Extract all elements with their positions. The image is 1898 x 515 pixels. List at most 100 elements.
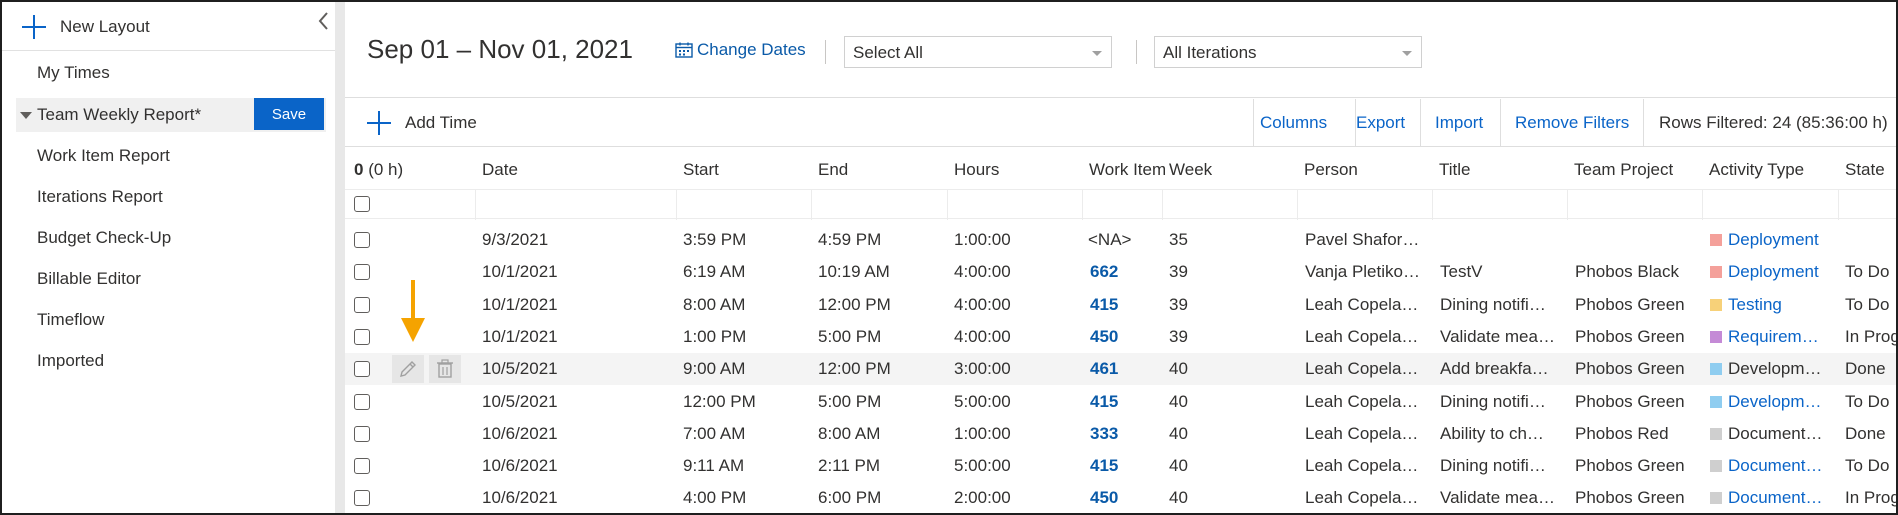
cell-activity[interactable]: Testing	[1710, 289, 1835, 321]
activity-color-swatch	[1710, 331, 1722, 343]
cell-work-item[interactable]: 461	[1090, 353, 1165, 385]
work-item-filter-dropdown[interactable]: Select All	[844, 36, 1112, 68]
cell-activity[interactable]: Document…	[1710, 482, 1835, 513]
cell-week: 39	[1169, 295, 1188, 314]
calendar-icon	[675, 42, 693, 58]
filter-cell-state[interactable]	[1839, 190, 1896, 220]
cell-work-item[interactable]: 662	[1090, 256, 1165, 288]
cell-work-item[interactable]: 450	[1090, 321, 1165, 353]
column-header-start[interactable]: Start	[683, 160, 719, 180]
filter-cell-team-project[interactable]	[1568, 190, 1703, 220]
column-header-hours[interactable]: Hours	[954, 160, 999, 180]
sidebar-item-imported[interactable]: Imported	[37, 348, 104, 374]
filter-cell-week[interactable]	[1163, 190, 1298, 220]
row-checkbox[interactable]	[354, 426, 370, 442]
table-row[interactable]: 10/1/2021 8:00 AM 12:00 PM 4:00:00 415 39 Leah…	[345, 289, 1896, 321]
cell-state: In Prog	[1845, 327, 1898, 346]
cell-activity[interactable]: Requirem…	[1710, 321, 1835, 353]
row-checkbox[interactable]	[354, 232, 370, 248]
caret-down-icon[interactable]	[20, 112, 32, 119]
filter-cell-start[interactable]	[677, 190, 812, 220]
table-row[interactable]: 10/6/2021 4:00 PM 6:00 PM 2:00:00 450 40 Leah …	[345, 482, 1896, 513]
cell-project: Phobos Red	[1575, 424, 1669, 443]
cell-work-item[interactable]: 415	[1090, 450, 1165, 482]
table-row[interactable]: 10/1/2021 6:19 AM 10:19 AM 4:00:00 662 39 Vanj…	[345, 256, 1896, 288]
cell-activity[interactable]: Developm…	[1710, 386, 1835, 418]
filter-cell-date[interactable]	[476, 190, 677, 220]
columns-button[interactable]: Columns	[1260, 113, 1327, 133]
export-button[interactable]: Export	[1356, 113, 1405, 133]
filter-cell-person[interactable]	[1298, 190, 1433, 220]
cell-work-item[interactable]: 415	[1090, 386, 1165, 418]
column-header-state[interactable]: State	[1845, 160, 1885, 180]
row-checkbox[interactable]	[354, 297, 370, 313]
sidebar-item-timeflow[interactable]: Timeflow	[37, 307, 104, 333]
remove-filters-button[interactable]: Remove Filters	[1515, 113, 1629, 133]
cell-work-item[interactable]: 333	[1090, 418, 1165, 450]
table-row[interactable]: 10/5/2021 9:00 AM 12:00 PM 3:00:00 461 40 Leah…	[345, 353, 1896, 385]
add-time-button[interactable]: Add Time	[367, 111, 477, 135]
column-header-week[interactable]: Week	[1169, 160, 1212, 180]
table-row[interactable]: 10/1/2021 1:00 PM 5:00 PM 4:00:00 450 39 Leah …	[345, 321, 1898, 353]
sidebar-item-billable-editor[interactable]: Billable Editor	[37, 266, 141, 292]
import-button[interactable]: Import	[1435, 113, 1483, 133]
cell-end: 12:00 PM	[818, 359, 891, 378]
filter-cell-activity-type[interactable]	[1703, 190, 1839, 220]
column-header-work-item[interactable]: Work Item	[1089, 160, 1165, 180]
column-header-end[interactable]: End	[818, 160, 848, 180]
activity-color-swatch	[1710, 266, 1722, 278]
new-layout-button[interactable]: New Layout	[22, 12, 150, 42]
trash-icon	[437, 359, 453, 378]
column-header-title[interactable]: Title	[1439, 160, 1471, 180]
chevron-left-icon[interactable]	[314, 10, 334, 32]
sidebar-item-iterations-report[interactable]: Iterations Report	[37, 184, 163, 210]
table-row[interactable]: 10/6/2021 7:00 AM 8:00 AM 1:00:00 333 40 Leah …	[345, 418, 1896, 450]
table-row[interactable]: 10/6/2021 9:11 AM 2:11 PM 5:00:00 415 40 Leah …	[345, 450, 1896, 482]
row-checkbox[interactable]	[354, 458, 370, 474]
sidebar-item-work-item-report[interactable]: Work Item Report	[37, 143, 170, 169]
activity-label: Testing	[1728, 295, 1782, 314]
sidebar-item-budget-check-up[interactable]: Budget Check-Up	[37, 225, 171, 251]
cell-project: Phobos Black	[1575, 262, 1679, 281]
row-checkbox[interactable]	[354, 329, 370, 345]
cell-activity[interactable]: Document…	[1710, 450, 1835, 482]
cell-start: 9:11 AM	[683, 456, 745, 475]
cell-title: Dining notifi…	[1440, 392, 1546, 411]
filter-row	[345, 189, 1896, 220]
cell-end: 10:19 AM	[818, 262, 890, 281]
column-header-team-project[interactable]: Team Project	[1574, 160, 1673, 180]
row-checkbox[interactable]	[354, 264, 370, 280]
filter-cell-work-item[interactable]	[1083, 190, 1163, 220]
delete-button[interactable]	[429, 355, 461, 383]
row-checkbox[interactable]	[354, 394, 370, 410]
column-header-date[interactable]: Date	[482, 160, 518, 180]
cell-work-item[interactable]: 450	[1090, 482, 1165, 513]
filter-cell-title[interactable]	[1433, 190, 1568, 220]
sidebar-item-team-weekly-report[interactable]: Team Weekly Report* Save	[16, 98, 326, 132]
row-checkbox[interactable]	[354, 490, 370, 506]
activity-color-swatch	[1710, 492, 1722, 504]
table-row[interactable]: 10/5/2021 12:00 PM 5:00 PM 5:00:00 415 40 Leah…	[345, 386, 1896, 418]
edit-button[interactable]	[392, 355, 424, 383]
cell-hours: 2:00:00	[954, 488, 1011, 507]
filter-cell-hours[interactable]	[948, 190, 1083, 220]
activity-color-swatch	[1710, 460, 1722, 472]
column-header-person[interactable]: Person	[1304, 160, 1358, 180]
chevron-down-icon	[1402, 51, 1412, 56]
cell-hours: 5:00:00	[954, 392, 1011, 411]
column-header-activity-type[interactable]: Activity Type	[1709, 160, 1804, 180]
sidebar-item-my-times[interactable]: My Times	[37, 60, 110, 86]
save-button[interactable]: Save	[254, 98, 324, 130]
cell-project: Phobos Green	[1575, 456, 1685, 475]
sidebar-item-label: Team Weekly Report*	[37, 105, 202, 124]
table-row[interactable]: 9/3/2021 3:59 PM 4:59 PM 1:00:00 <NA> 35 Pavel…	[345, 224, 1896, 256]
cell-activity[interactable]: Deployment	[1710, 224, 1835, 256]
cell-start: 12:00 PM	[683, 392, 756, 411]
sidebar-splitter[interactable]	[335, 2, 345, 513]
cell-work-item[interactable]: 415	[1090, 289, 1165, 321]
change-dates-button[interactable]: Change Dates	[675, 40, 806, 60]
iterations-dropdown[interactable]: All Iterations	[1154, 36, 1422, 68]
row-checkbox[interactable]	[354, 361, 370, 377]
filter-cell-end[interactable]	[812, 190, 948, 220]
cell-activity[interactable]: Deployment	[1710, 256, 1835, 288]
